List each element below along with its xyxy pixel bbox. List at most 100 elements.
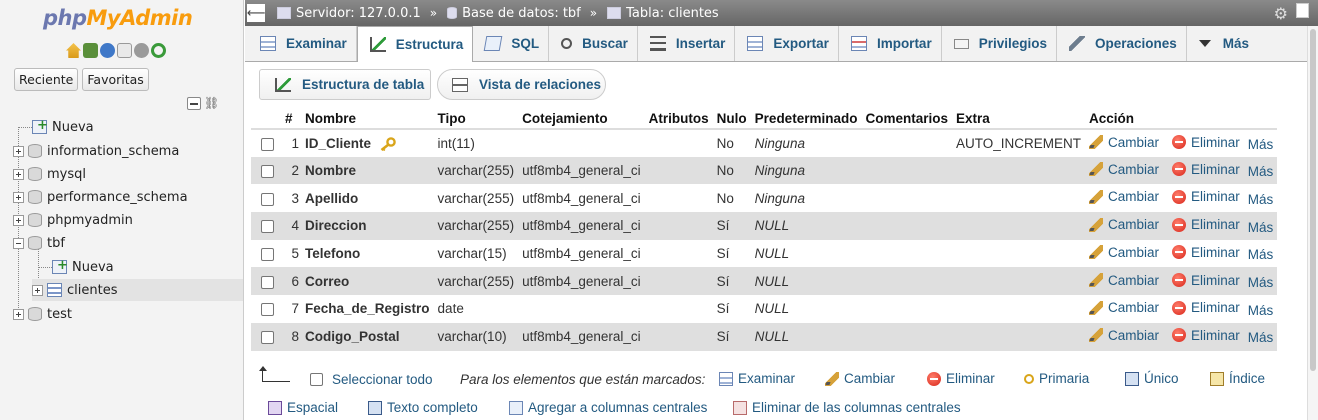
column-name[interactable]: Telefono (305, 246, 360, 261)
tab-estructura[interactable]: Estructura (356, 26, 474, 62)
more-actions-link[interactable]: Más (1248, 192, 1274, 207)
breadcrumb-table[interactable]: Tabla: clientes (607, 6, 719, 21)
change-column-link[interactable]: Cambiar (1089, 245, 1159, 260)
tab-exportar[interactable]: Exportar (735, 26, 839, 61)
header-type[interactable]: Tipo (433, 108, 519, 130)
more-actions-link[interactable]: Más (1248, 247, 1274, 262)
bulk-change-button[interactable]: Cambiar (825, 371, 895, 386)
tree-table-clientes[interactable]: clientes (32, 279, 243, 301)
logout-icon[interactable] (83, 43, 98, 58)
tab-sql[interactable]: SQL (473, 26, 550, 61)
breadcrumb-server[interactable]: Servidor: 127.0.0.1 (277, 6, 421, 21)
recent-tables-button[interactable]: Reciente (14, 68, 79, 91)
phpmyadmin-logo[interactable]: phpMyAdmin (43, 6, 193, 30)
column-name[interactable]: ID_Cliente (305, 136, 371, 151)
arrow-left-icon[interactable]: ⟵ (247, 4, 265, 22)
bulk-fulltext-button[interactable]: Texto completo (368, 400, 478, 415)
drop-column-link[interactable]: Eliminar (1172, 300, 1240, 315)
gear-icon[interactable]: ⚙ (1274, 4, 1288, 23)
drop-column-link[interactable]: Eliminar (1172, 217, 1240, 232)
drop-column-link[interactable]: Eliminar (1172, 162, 1240, 177)
select-all-checkbox[interactable] (310, 373, 323, 386)
column-name[interactable]: Correo (305, 274, 349, 289)
settings-icon[interactable] (134, 43, 149, 58)
more-actions-link[interactable]: Más (1248, 137, 1274, 152)
more-actions-link[interactable]: Más (1248, 330, 1274, 345)
row-checkbox[interactable] (260, 164, 274, 178)
header-attributes[interactable]: Atributos (644, 108, 713, 130)
tab-insertar[interactable]: Insertar (638, 26, 736, 61)
column-name[interactable]: Apellido (305, 191, 358, 206)
tree-new-database[interactable]: Nueva (32, 116, 94, 138)
tree-db-phpmyadmin[interactable]: phpmyadmin (13, 209, 133, 231)
collapse-icon[interactable] (13, 237, 24, 249)
page-settings-toggle[interactable] (1296, 3, 1309, 18)
tree-db-information-schema[interactable]: information_schema (13, 140, 179, 162)
row-checkbox[interactable] (260, 275, 274, 289)
header-default[interactable]: Predeterminado (750, 108, 862, 130)
row-checkbox[interactable] (260, 303, 274, 317)
more-actions-link[interactable]: Más (1248, 303, 1274, 318)
expand-icon[interactable] (13, 214, 24, 226)
vertical-scrollbar[interactable] (1307, 26, 1318, 420)
tab-importar[interactable]: Importar (839, 26, 942, 61)
column-name[interactable]: Fecha_de_Registro (305, 301, 430, 316)
bulk-index-button[interactable]: Índice (1210, 371, 1265, 386)
row-checkbox[interactable] (260, 248, 274, 262)
link-icon[interactable]: ⛓ (204, 97, 219, 110)
row-checkbox[interactable] (260, 137, 274, 151)
tab-buscar[interactable]: Buscar (549, 26, 638, 61)
favorite-tables-button[interactable]: Favoritas (82, 68, 149, 91)
tab-mas[interactable]: Más (1187, 26, 1258, 61)
change-column-link[interactable]: Cambiar (1089, 135, 1159, 150)
home-icon[interactable] (66, 43, 81, 58)
help-icon[interactable] (100, 43, 115, 58)
header-extra[interactable]: Extra (951, 108, 1085, 130)
change-column-link[interactable]: Cambiar (1089, 328, 1159, 343)
header-comments[interactable]: Comentarios (861, 108, 952, 130)
drop-column-link[interactable]: Eliminar (1172, 273, 1240, 288)
select-all[interactable]: Seleccionar todo (310, 372, 433, 387)
scrollbar-thumb[interactable] (1310, 29, 1316, 371)
row-checkbox[interactable] (260, 192, 274, 206)
tree-db-test[interactable]: test (13, 303, 72, 325)
change-column-link[interactable]: Cambiar (1089, 217, 1159, 232)
tab-operaciones[interactable]: Operaciones (1057, 26, 1187, 61)
row-checkbox[interactable] (260, 331, 274, 345)
expand-icon[interactable] (13, 145, 24, 157)
more-actions-link[interactable]: Más (1248, 275, 1274, 290)
subtab-relation-view[interactable]: Vista de relaciones (437, 69, 606, 100)
select-all-label[interactable]: Seleccionar todo (332, 372, 433, 387)
row-checkbox[interactable] (260, 220, 274, 234)
expand-icon[interactable] (32, 284, 43, 296)
expand-icon[interactable] (13, 308, 24, 320)
drop-column-link[interactable]: Eliminar (1172, 328, 1240, 343)
column-name[interactable]: Nombre (305, 163, 356, 178)
expand-icon[interactable] (13, 168, 24, 180)
change-column-link[interactable]: Cambiar (1089, 162, 1159, 177)
bulk-drop-button[interactable]: Eliminar (927, 371, 995, 386)
change-column-link[interactable]: Cambiar (1089, 189, 1159, 204)
change-column-link[interactable]: Cambiar (1089, 300, 1159, 315)
bulk-spatial-button[interactable]: Espacial (268, 400, 338, 415)
collapse-all-icon[interactable] (187, 97, 201, 110)
tab-privilegios[interactable]: Privilegios (942, 26, 1057, 61)
column-name[interactable]: Direccion (305, 218, 367, 233)
more-actions-link[interactable]: Más (1248, 164, 1274, 179)
reload-icon[interactable] (151, 43, 166, 58)
bulk-browse-button[interactable]: Examinar (719, 371, 795, 386)
change-column-link[interactable]: Cambiar (1089, 273, 1159, 288)
tree-db-mysql[interactable]: mysql (13, 163, 86, 185)
tab-examinar[interactable]: Examinar (245, 26, 357, 61)
header-name[interactable]: Nombre (301, 108, 434, 130)
bulk-unique-button[interactable]: Único (1125, 371, 1179, 386)
bulk-primary-button[interactable]: Primaria (1024, 371, 1089, 386)
header-null[interactable]: Nulo (712, 108, 751, 130)
bulk-add-central-button[interactable]: Agregar a columnas centrales (509, 400, 707, 415)
tree-db-tbf[interactable]: tbf (13, 232, 65, 254)
tree-new-table[interactable]: Nueva (52, 256, 114, 278)
drop-column-link[interactable]: Eliminar (1172, 245, 1240, 260)
expand-icon[interactable] (13, 191, 24, 203)
more-actions-link[interactable]: Más (1248, 220, 1274, 235)
drop-column-link[interactable]: Eliminar (1172, 135, 1240, 150)
